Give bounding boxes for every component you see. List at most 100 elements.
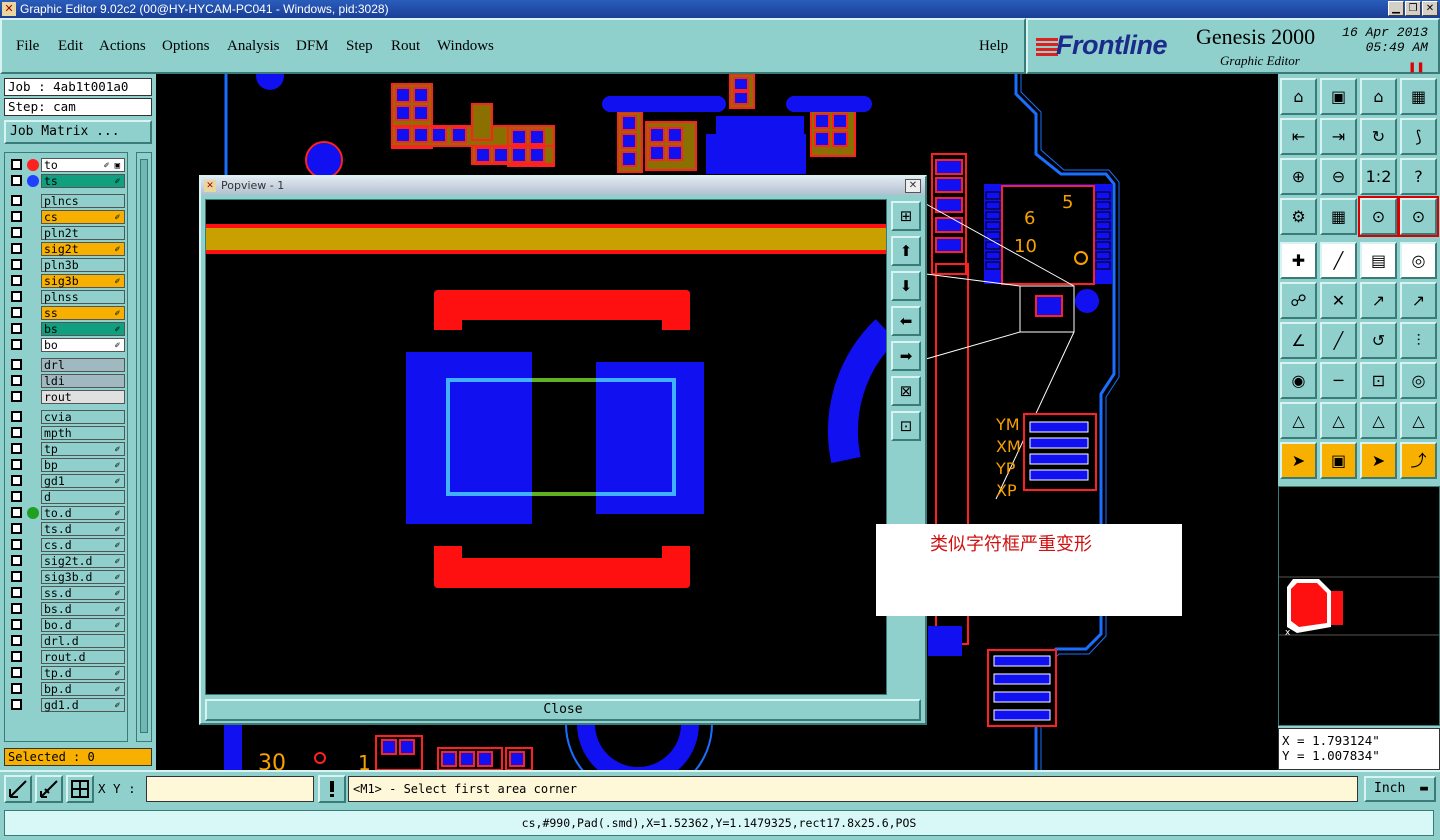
layer-name[interactable]: plncs	[41, 194, 125, 208]
layer-row[interactable]: to.d ✐	[5, 505, 127, 521]
unit-selector[interactable]: Inch ▬	[1364, 776, 1436, 802]
pan-right-button[interactable]: ⇥	[1320, 118, 1357, 155]
layer-row[interactable]: bs ✐	[5, 321, 127, 337]
zoom-out-button[interactable]: ⊖	[1320, 158, 1357, 195]
window-button[interactable]: ▦	[1400, 78, 1437, 115]
layer-row[interactable]: gd1 ✐	[5, 473, 127, 489]
layer-name[interactable]: bo.d ✐	[41, 618, 125, 632]
layer-row[interactable]: cs.d ✐	[5, 537, 127, 553]
scrollbar-thumb[interactable]	[140, 159, 148, 733]
layer-name[interactable]: plnss	[41, 290, 125, 304]
popview-close-button[interactable]: Close	[205, 699, 921, 721]
layer-checkbox[interactable]	[11, 291, 22, 302]
minimize-button[interactable]: ▁	[1388, 1, 1404, 16]
fit-button[interactable]: ▣	[1320, 78, 1357, 115]
layer-name[interactable]: ss ✐	[41, 306, 125, 320]
layer-row[interactable]: rout.d	[5, 649, 127, 665]
layer-name[interactable]: bs.d ✐	[41, 602, 125, 616]
layer-checkbox[interactable]	[11, 555, 22, 566]
layer-name[interactable]: ts ✐	[41, 174, 125, 188]
layer-name[interactable]: drl.d	[41, 634, 125, 648]
scale-button[interactable]: 1:2	[1360, 158, 1397, 195]
popview-pan-down-button[interactable]: ⬇	[891, 271, 921, 301]
layer-name[interactable]: drl	[41, 358, 125, 372]
grid-tool-button[interactable]	[66, 775, 94, 803]
menu-options[interactable]: Options	[162, 38, 210, 55]
layer-name[interactable]: ldi	[41, 374, 125, 388]
layer-name[interactable]: rout	[41, 390, 125, 404]
layer-checkbox[interactable]	[11, 259, 22, 270]
popview-canvas[interactable]	[205, 199, 897, 695]
select-box-button[interactable]: ▣	[1320, 442, 1357, 479]
layer-checkbox[interactable]	[11, 507, 22, 518]
triangle-b-button[interactable]: △	[1320, 402, 1357, 439]
layer-name[interactable]: to ✐ ▣	[41, 158, 125, 172]
layer-row[interactable]: sig2t.d ✐	[5, 553, 127, 569]
layer-name[interactable]: bo ✐	[41, 338, 125, 352]
job-matrix-button[interactable]: Job Matrix ...	[4, 120, 152, 144]
layer-row[interactable]: ts.d ✐	[5, 521, 127, 537]
layer-row[interactable]: plncs	[5, 193, 127, 209]
node-button[interactable]: ◉	[1280, 362, 1317, 399]
layer-checkbox[interactable]	[11, 491, 22, 502]
layer-row[interactable]: ldi	[5, 373, 127, 389]
layer-name[interactable]: d	[41, 490, 125, 504]
layer-checkbox[interactable]	[11, 391, 22, 402]
layer-checkbox[interactable]	[11, 159, 22, 170]
snap-tool-button[interactable]	[4, 775, 32, 803]
pan-left-button[interactable]: ⇤	[1280, 118, 1317, 155]
zoom-home-button[interactable]: ⌂	[1360, 78, 1397, 115]
layer-row[interactable]: ts ✐	[5, 173, 127, 189]
layer-checkbox[interactable]	[11, 539, 22, 550]
layer-checkbox[interactable]	[11, 339, 22, 350]
home-button[interactable]: ⌂	[1280, 78, 1317, 115]
layer-checkbox[interactable]	[11, 475, 22, 486]
layer-name[interactable]: sig2t ✐	[41, 242, 125, 256]
layer-checkbox[interactable]	[11, 411, 22, 422]
layer-row[interactable]: rout	[5, 389, 127, 405]
layer-checkbox[interactable]	[11, 459, 22, 470]
alert-button[interactable]	[318, 775, 346, 803]
layer-name[interactable]: sig3b.d ✐	[41, 570, 125, 584]
minimap[interactable]: x	[1278, 486, 1440, 726]
split-button[interactable]: ⫶	[1400, 322, 1437, 359]
layer-row[interactable]: cvia	[5, 409, 127, 425]
layer-row[interactable]: to ✐ ▣	[5, 157, 127, 173]
layer-name[interactable]: cs.d ✐	[41, 538, 125, 552]
layer-name[interactable]: tp ✐	[41, 442, 125, 456]
layer-name[interactable]: bp.d ✐	[41, 682, 125, 696]
xy-input[interactable]	[146, 776, 314, 802]
popview-zoom-out-button[interactable]: ⊠	[891, 376, 921, 406]
layer-row[interactable]: gd1.d ✐	[5, 697, 127, 713]
pointer-b-button[interactable]: ➤	[1360, 442, 1397, 479]
minus-button[interactable]: ─	[1320, 362, 1357, 399]
layer-name[interactable]: sig2t.d ✐	[41, 554, 125, 568]
layer-checkbox[interactable]	[11, 175, 22, 186]
menu-step[interactable]: Step	[346, 38, 373, 55]
angle-button[interactable]: ∠	[1280, 322, 1317, 359]
path-button[interactable]: ⤴	[1400, 442, 1437, 479]
layer-name[interactable]: cs ✐	[41, 210, 125, 224]
layer-checkbox[interactable]	[11, 307, 22, 318]
help-button[interactable]: ?	[1400, 158, 1437, 195]
zigzag-button[interactable]: ⟆	[1400, 118, 1437, 155]
triangle-c-button[interactable]: △	[1360, 402, 1397, 439]
layer-name[interactable]: pln2t	[41, 226, 125, 240]
measure-box-button[interactable]: ⊡	[1360, 362, 1397, 399]
layer-row[interactable]: bp.d ✐	[5, 681, 127, 697]
layer-row[interactable]: tp ✐	[5, 441, 127, 457]
menu-windows[interactable]: Windows	[437, 38, 494, 55]
layer-name[interactable]: gd1.d ✐	[41, 698, 125, 712]
layer-name[interactable]: sig3b ✐	[41, 274, 125, 288]
menu-dfm[interactable]: DFM	[296, 38, 329, 55]
layer-checkbox[interactable]	[11, 243, 22, 254]
layer-row[interactable]: bs.d ✐	[5, 601, 127, 617]
layer-name[interactable]: ts.d ✐	[41, 522, 125, 536]
circles-button[interactable]: ◎	[1400, 362, 1437, 399]
pause-icon[interactable]: ❚❚	[1408, 62, 1425, 73]
layer-name[interactable]: mpth	[41, 426, 125, 440]
layer-row[interactable]: ss ✐	[5, 305, 127, 321]
slash-button[interactable]: ╱	[1320, 242, 1357, 279]
menu-analysis[interactable]: Analysis	[227, 38, 280, 55]
layer-checkbox[interactable]	[11, 195, 22, 206]
